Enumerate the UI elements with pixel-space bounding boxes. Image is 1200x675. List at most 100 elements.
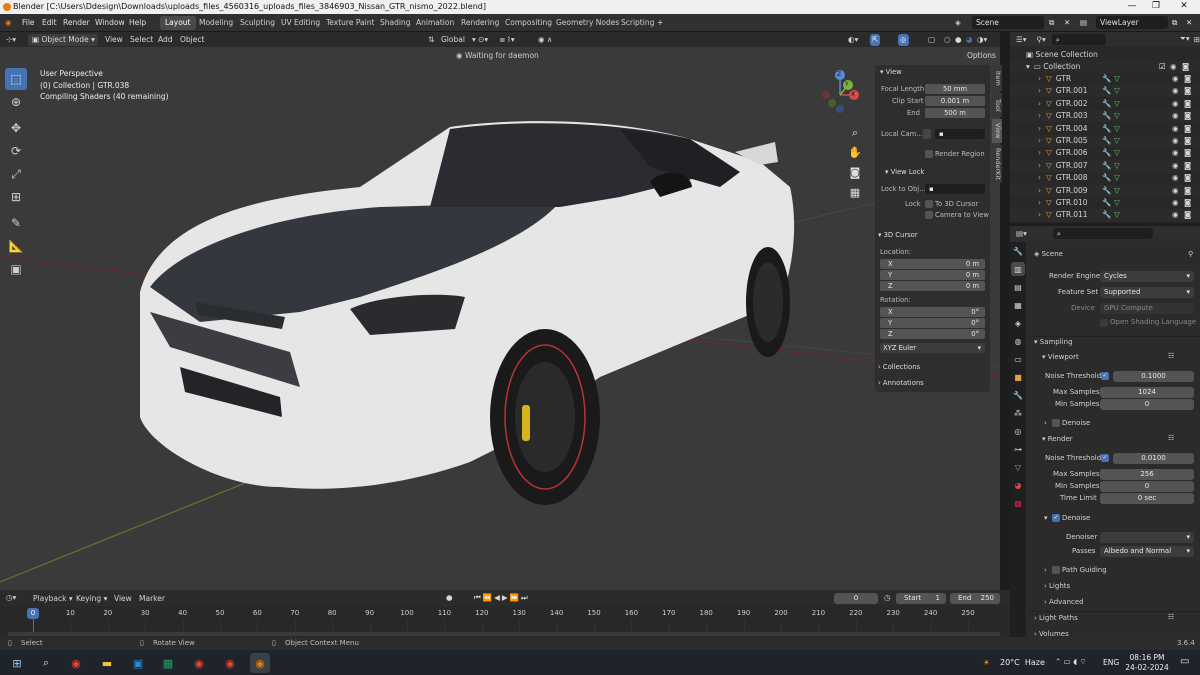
overlays-toggle-icon[interactable]: ◎ bbox=[898, 34, 909, 46]
view-panel-header[interactable]: ▾ View bbox=[880, 68, 902, 76]
sampling-header[interactable]: ▾ Sampling bbox=[1034, 338, 1073, 346]
visibility-icon[interactable]: ◐▾ bbox=[848, 34, 858, 46]
rotation-mode-dropdown[interactable]: XYZ Euler ▾ bbox=[880, 343, 985, 353]
clip-end-field[interactable]: 500 m bbox=[925, 108, 985, 118]
data-tab-icon[interactable]: ▽ bbox=[1011, 460, 1025, 474]
tab-sculpting[interactable]: Sculpting bbox=[235, 16, 280, 30]
play-icon[interactable]: ▶ bbox=[502, 593, 510, 602]
feature-set-dropdown[interactable]: Supported ▾ bbox=[1100, 287, 1194, 298]
outliner-collection[interactable]: ▾ ▭ Collection ☑ ◉ ◙ bbox=[1010, 61, 1200, 73]
camera-view-icon[interactable]: ◙ bbox=[848, 163, 862, 183]
lock-to-object-field[interactable]: ▪ bbox=[925, 184, 985, 194]
outliner-editor-icon[interactable]: ☰▾ bbox=[1016, 35, 1027, 44]
cursor-rotation-z[interactable]: Z 0° bbox=[880, 329, 985, 339]
clock-time[interactable]: 08:16 PM bbox=[1127, 653, 1167, 662]
material-tab-icon[interactable]: ◕ bbox=[1011, 478, 1025, 492]
modifier-tab-icon[interactable]: 🔧 bbox=[1011, 388, 1025, 402]
scene-selector[interactable]: Scene bbox=[972, 16, 1044, 29]
expand-icon[interactable]: › bbox=[1038, 86, 1041, 95]
cursor-location-z[interactable]: Z 0 m bbox=[880, 281, 985, 291]
vp-min-samples-field[interactable]: 0 bbox=[1100, 399, 1194, 410]
passes-dropdown[interactable]: Albedo and Normal ▾ bbox=[1100, 546, 1194, 557]
outliner-search-input[interactable]: ⌕ bbox=[1051, 33, 1106, 45]
menu-file[interactable]: File bbox=[22, 18, 35, 27]
display-mode-icon[interactable]: ⚲▾ bbox=[1037, 35, 1046, 44]
camera-icon[interactable]: ◙ bbox=[1182, 61, 1189, 73]
end-frame-field[interactable]: End 250 bbox=[950, 593, 1000, 604]
editor-type-icon[interactable]: ⊹▾ bbox=[6, 34, 16, 46]
tab-geometry-nodes[interactable]: Geometry Nodes bbox=[551, 16, 624, 30]
render-engine-dropdown[interactable]: Cycles ▾ bbox=[1100, 271, 1194, 282]
outliner-item[interactable]: › ▽ GTR.005 🔧 ▽ ◉ ◙ bbox=[1010, 135, 1200, 147]
properties-search-input[interactable]: ⌕ bbox=[1052, 228, 1153, 239]
menu-edit[interactable]: Edit bbox=[42, 18, 57, 27]
object-tab-icon[interactable]: ■ bbox=[1011, 370, 1025, 384]
play-reverse-icon[interactable]: ◀ bbox=[494, 593, 502, 602]
language-indicator[interactable]: ENG bbox=[1103, 658, 1119, 667]
outliner-item[interactable]: › ▽ GTR.008 🔧 ▽ ◉ ◙ bbox=[1010, 172, 1200, 184]
collection-tab-icon[interactable]: ▭ bbox=[1011, 352, 1025, 366]
eye-icon[interactable]: ◉ bbox=[1172, 172, 1179, 184]
windows-start-icon[interactable]: ⊞ bbox=[7, 653, 27, 673]
expand-icon[interactable]: › bbox=[1038, 148, 1041, 157]
camera-to-view-checkbox[interactable] bbox=[925, 211, 933, 219]
prev-key-icon[interactable]: ⏪ bbox=[483, 593, 494, 602]
camera-icon[interactable]: ◙ bbox=[1184, 185, 1191, 197]
r-max-samples-field[interactable]: 256 bbox=[1100, 469, 1194, 480]
expand-icon[interactable]: › bbox=[1038, 99, 1041, 108]
jump-end-icon[interactable]: ⏭ bbox=[521, 593, 530, 602]
clock-date[interactable]: 24-02-2024 bbox=[1123, 663, 1171, 672]
cursor-rotation-y[interactable]: Y 0° bbox=[880, 318, 985, 328]
local-camera-field[interactable]: ▪ bbox=[935, 129, 985, 139]
scene-copy-icon[interactable]: ⧉ bbox=[1049, 18, 1054, 28]
timeline-editor-icon[interactable]: ◷▾ bbox=[6, 593, 16, 602]
outliner-item[interactable]: › ▽ GTR.003 🔧 ▽ ◉ ◙ bbox=[1010, 110, 1200, 123]
focal-length-field[interactable]: 50 mm bbox=[925, 84, 985, 94]
menu-select[interactable]: Select bbox=[130, 34, 153, 46]
tab-renderkit[interactable]: RenderKit bbox=[992, 145, 1002, 183]
measure-tool-icon[interactable]: 📐 bbox=[5, 235, 27, 257]
add-cube-tool-icon[interactable]: ▣ bbox=[5, 258, 27, 280]
playhead[interactable]: 0 bbox=[27, 608, 39, 619]
menu-render[interactable]: Render bbox=[63, 18, 90, 27]
vp-noise-threshold-checkbox[interactable]: ✓ bbox=[1101, 372, 1109, 380]
viewlayer-selector[interactable]: ViewLayer bbox=[1096, 16, 1168, 29]
expand-icon[interactable]: › bbox=[1038, 136, 1041, 145]
checkbox-icon[interactable]: ☑ bbox=[1159, 61, 1166, 73]
device-dropdown[interactable]: GPU Compute bbox=[1100, 303, 1194, 314]
options-dropdown[interactable]: Options ▾ bbox=[963, 50, 1000, 72]
outliner-item[interactable]: › ▽ GTR.006 🔧 ▽ ◉ ◙ bbox=[1010, 147, 1200, 159]
world-tab-icon[interactable]: ◍ bbox=[1011, 334, 1025, 348]
r-denoise-toggle[interactable]: ▾ bbox=[1044, 514, 1048, 522]
start-frame-field[interactable]: Start 1 bbox=[896, 593, 946, 604]
outliner-item[interactable]: › ▽ GTR 🔧 ▽ ◉ ◙ bbox=[1010, 73, 1200, 85]
cursor-rotation-x[interactable]: X 0° bbox=[880, 307, 985, 317]
scale-tool-icon[interactable]: ⤢ bbox=[5, 163, 27, 185]
proportional-edit-icon[interactable]: ◉ ∧ bbox=[538, 34, 552, 46]
scene-delete-icon[interactable]: ✕ bbox=[1064, 18, 1070, 27]
r-noise-threshold-checkbox[interactable]: ✓ bbox=[1101, 454, 1109, 462]
3d-viewport[interactable]: User Perspective (0) Collection | GTR.03… bbox=[0, 47, 1000, 590]
render-region-checkbox[interactable] bbox=[925, 150, 933, 158]
menu-timeline-view[interactable]: View bbox=[114, 594, 132, 603]
collections-header[interactable]: › Collections bbox=[878, 363, 920, 371]
tab-compositing[interactable]: Compositing bbox=[500, 16, 557, 30]
camera-icon[interactable]: ◙ bbox=[1184, 160, 1191, 172]
file-explorer-icon[interactable]: ▬ bbox=[97, 653, 117, 673]
viewport-subheader[interactable]: ▾ Viewport bbox=[1042, 353, 1079, 361]
camera-icon[interactable]: ◙ bbox=[1184, 147, 1191, 159]
current-frame-field[interactable]: 0 bbox=[834, 593, 878, 604]
r-min-samples-field[interactable]: 0 bbox=[1100, 481, 1194, 492]
chrome-icon[interactable]: ◉ bbox=[66, 653, 86, 673]
tab-texture-paint[interactable]: Texture Paint bbox=[321, 16, 379, 30]
filter-icon[interactable]: ⏷▾ bbox=[1180, 34, 1190, 44]
menu-object[interactable]: Object bbox=[180, 34, 204, 46]
menu-playback[interactable]: Playback ▾ bbox=[33, 594, 73, 603]
3d-cursor-header[interactable]: ▾ 3D Cursor bbox=[878, 231, 918, 239]
eye-icon[interactable]: ◉ bbox=[1172, 135, 1179, 147]
expand-icon[interactable]: › bbox=[1038, 124, 1041, 133]
light-paths-header[interactable]: › Light Paths bbox=[1034, 614, 1078, 622]
render-subheader[interactable]: ▾ Render bbox=[1042, 435, 1073, 443]
physics-tab-icon[interactable]: ◎ bbox=[1011, 424, 1025, 438]
next-key-icon[interactable]: ⏩ bbox=[510, 593, 521, 602]
